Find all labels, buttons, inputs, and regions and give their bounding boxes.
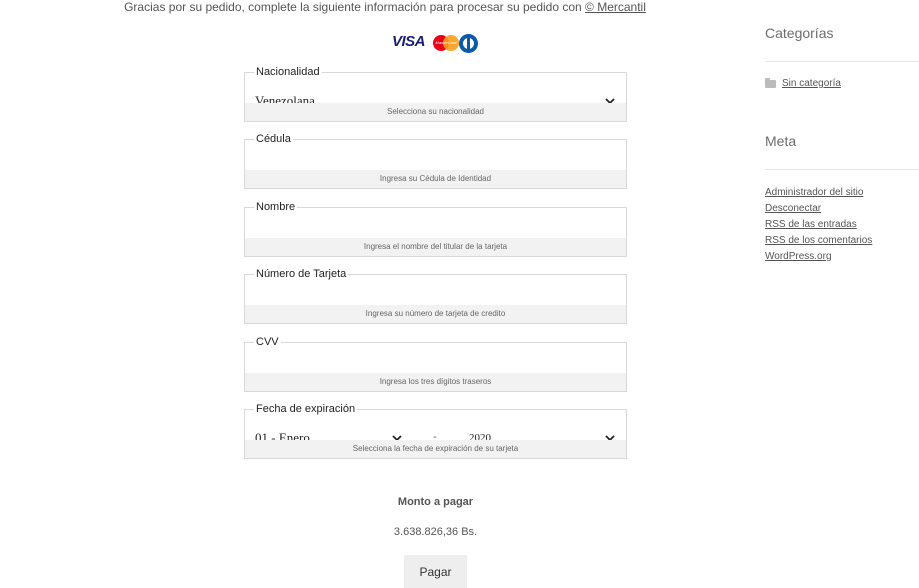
cvv-hint: Ingresa los tres dígitos traseros: [245, 373, 626, 391]
divider: [765, 61, 919, 62]
wordpress-link[interactable]: WordPress.org: [765, 251, 832, 263]
expiracion-hint: Selecciona la fecha de expiración de su …: [245, 440, 626, 458]
nacionalidad-fieldset: Nacionalidad Venezolana Selecciona su na…: [244, 66, 627, 122]
tarjeta-fieldset: Número de Tarjeta Ingresa su número de t…: [244, 268, 627, 324]
divider: [765, 169, 919, 170]
mastercard-logo: MasterCard: [433, 35, 459, 51]
cvv-label: CVV: [256, 336, 279, 348]
logout-link[interactable]: Desconectar: [765, 203, 821, 215]
expiracion-label: Fecha de expiración: [256, 403, 356, 415]
expiracion-fieldset: Fecha de expiración 01 - Enero - 2020 Se…: [244, 403, 627, 459]
rss-entries-link[interactable]: RSS de las entradas: [765, 219, 857, 231]
categorias-title: Categorías: [765, 25, 834, 41]
sin-categoria-link[interactable]: Sin categoría: [782, 78, 841, 90]
meta-title: Meta: [765, 133, 797, 149]
cvv-fieldset: CVV Ingresa los tres dígitos traseros: [244, 336, 627, 392]
admin-link[interactable]: Administrador del sitio: [765, 187, 863, 199]
nombre-fieldset: Nombre Ingresa el nombre del titular de …: [244, 201, 627, 257]
nombre-hint: Ingresa el nombre del titular de la tarj…: [245, 238, 626, 256]
nacionalidad-label: Nacionalidad: [256, 66, 320, 78]
card-logos: VISA MasterCard: [392, 33, 482, 53]
tarjeta-hint: Ingresa su número de tarjeta de credito: [245, 305, 626, 323]
mercantil-link[interactable]: © Mercantil: [585, 0, 646, 14]
cedula-label: Cédula: [256, 133, 291, 145]
rss-comments-link[interactable]: RSS de los comentarios: [765, 235, 872, 247]
cedula-fieldset: Cédula Ingresa su Cédula de Identidad: [244, 133, 627, 189]
nombre-label: Nombre: [256, 201, 296, 213]
intro-text: Gracias por su pedido, complete la sigui…: [0, 0, 770, 14]
pay-button[interactable]: Pagar: [404, 555, 467, 588]
diners-club-icon: [459, 34, 478, 53]
folder-icon: [765, 78, 776, 88]
intro-message: Gracias por su pedido, complete la sigui…: [124, 0, 586, 14]
visa-logo: VISA: [392, 33, 426, 50]
cedula-hint: Ingresa su Cédula de Identidad: [245, 170, 626, 188]
amount-value: 3.638.826,36 Bs.: [393, 526, 478, 538]
tarjeta-label: Número de Tarjeta: [256, 268, 347, 280]
nacionalidad-hint: Selecciona su nacionalidad: [245, 103, 626, 121]
amount-label: Monto a pagar: [397, 496, 474, 508]
